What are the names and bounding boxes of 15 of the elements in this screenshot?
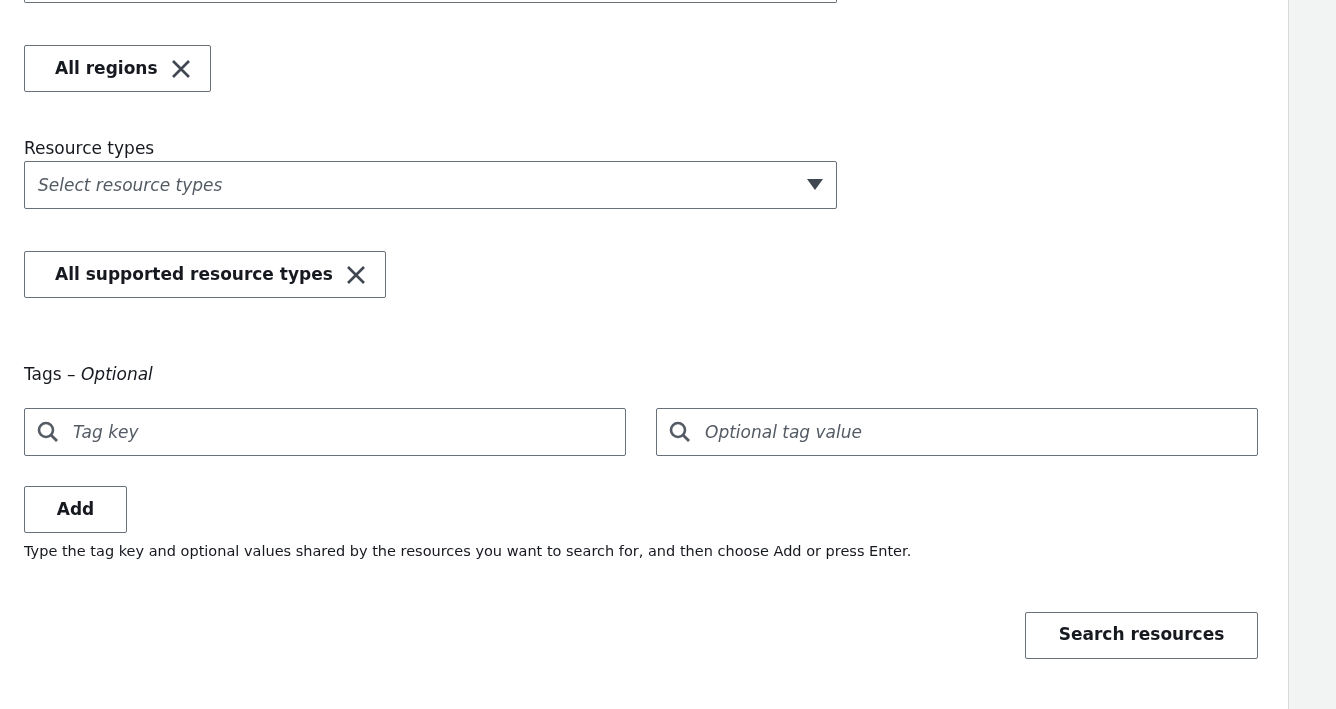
help-text: Type the tag key and optional values shared by the resources you want to search for, and then choose Add or press Enter.: [24, 541, 912, 561]
search-resources-button[interactable]: Search resources: [1025, 611, 1258, 659]
filter-token[interactable]: All supported resource types: [24, 251, 386, 299]
search-icon: [668, 419, 692, 444]
field-label: Tags – Optional: [24, 364, 154, 385]
search-icon: [36, 419, 60, 444]
field-label: Resource types: [24, 138, 156, 159]
close-icon: [344, 263, 367, 286]
add-button[interactable]: Add: [24, 485, 127, 533]
resource-types-select[interactable]: Select resource types: [24, 161, 837, 210]
tag-value-field[interactable]: Optional tag value: [656, 407, 1258, 456]
close-icon: [169, 57, 192, 80]
tag-key-field[interactable]: Tag key: [24, 407, 626, 456]
caret-icon: [807, 179, 823, 192]
filter-token[interactable]: All regions: [24, 45, 211, 92]
